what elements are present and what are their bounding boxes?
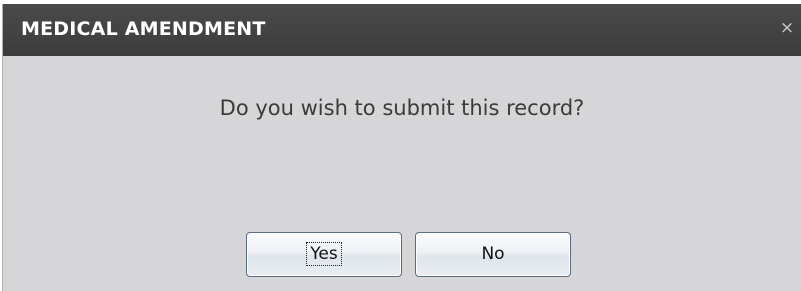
no-button[interactable]: No <box>415 232 571 277</box>
close-icon[interactable]: × <box>777 17 797 39</box>
dialog-titlebar[interactable]: MEDICAL AMENDMENT × <box>3 4 801 56</box>
dialog-title: MEDICAL AMENDMENT <box>21 18 266 40</box>
dialog-message: Do you wish to submit this record? <box>219 96 585 120</box>
yes-button-label: Yes <box>306 242 342 266</box>
no-button-label: No <box>481 244 505 264</box>
confirmation-dialog: MEDICAL AMENDMENT × Do you wish to submi… <box>2 4 801 291</box>
yes-button[interactable]: Yes <box>246 232 402 277</box>
